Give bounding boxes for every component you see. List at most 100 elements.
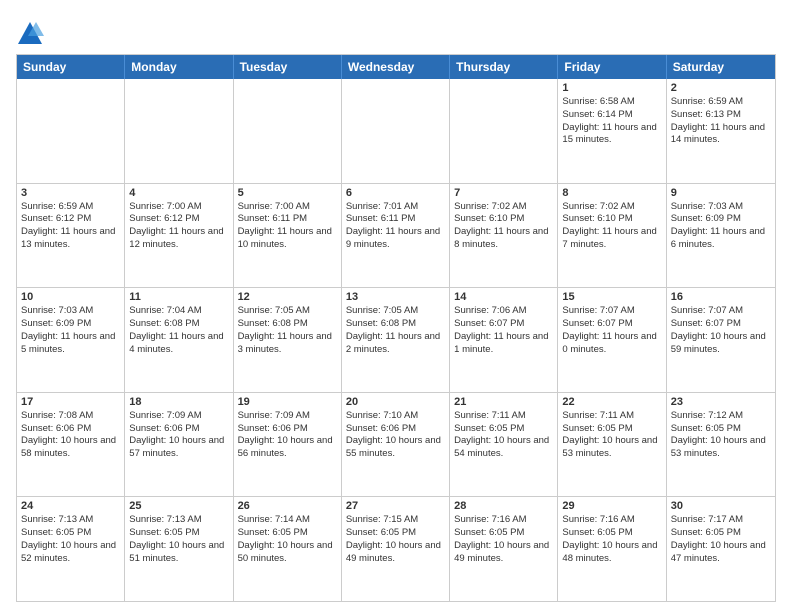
day-number: 24: [21, 500, 120, 512]
day-number: 10: [21, 291, 120, 303]
day-number: 28: [454, 500, 553, 512]
logo-icon: [16, 20, 44, 48]
cell-info: Sunrise: 7:06 AMSunset: 6:07 PMDaylight:…: [454, 305, 553, 356]
cell-info: Sunrise: 7:02 AMSunset: 6:10 PMDaylight:…: [562, 201, 661, 252]
cell-info: Sunrise: 7:05 AMSunset: 6:08 PMDaylight:…: [238, 305, 337, 356]
calendar-cell: 14 Sunrise: 7:06 AMSunset: 6:07 PMDayligh…: [450, 288, 558, 392]
cell-info: Sunrise: 7:10 AMSunset: 6:06 PMDaylight:…: [346, 410, 445, 461]
calendar-cell: 13Sunrise: 7:05 AMSunset: 6:08 PMDayligh…: [342, 288, 450, 392]
cell-info: Sunrise: 7:05 AMSunset: 6:08 PMDaylight:…: [346, 305, 445, 356]
calendar-header-cell: Thursday: [450, 55, 558, 79]
cell-info: Sunrise: 7:11 AMSunset: 6:05 PMDaylight:…: [454, 410, 553, 461]
day-number: 26: [238, 500, 337, 512]
calendar-header-cell: Sunday: [17, 55, 125, 79]
calendar-week-row: 17 Sunrise: 7:08 AMSunset: 6:06 PMDayligh…: [17, 393, 775, 498]
calendar-week-row: 1 Sunrise: 6:58 AMSunset: 6:14 PMDaylight…: [17, 79, 775, 184]
cell-info: Sunrise: 7:09 AMSunset: 6:06 PMDaylight:…: [238, 410, 337, 461]
calendar-cell: 2 Sunrise: 6:59 AMSunset: 6:13 PMDaylight…: [667, 79, 775, 183]
day-number: 8: [562, 187, 661, 199]
day-number: 16: [671, 291, 771, 303]
calendar-cell: 15 Sunrise: 7:07 AMSunset: 6:07 PMDayligh…: [558, 288, 666, 392]
cell-info: Sunrise: 6:59 AMSunset: 6:12 PMDaylight:…: [21, 201, 120, 252]
calendar-week-row: 3 Sunrise: 6:59 AMSunset: 6:12 PMDaylight…: [17, 184, 775, 289]
day-number: 17: [21, 396, 120, 408]
calendar-cell: 21 Sunrise: 7:11 AMSunset: 6:05 PMDayligh…: [450, 393, 558, 497]
cell-info: Sunrise: 7:09 AMSunset: 6:06 PMDaylight:…: [129, 410, 228, 461]
day-number: 6: [346, 187, 445, 199]
day-number: 7: [454, 187, 553, 199]
calendar-cell: 19 Sunrise: 7:09 AMSunset: 6:06 PMDayligh…: [234, 393, 342, 497]
cell-info: Sunrise: 7:14 AMSunset: 6:05 PMDaylight:…: [238, 514, 337, 565]
cell-info: Sunrise: 6:58 AMSunset: 6:14 PMDaylight:…: [562, 96, 661, 147]
cell-info: Sunrise: 7:17 AMSunset: 6:05 PMDaylight:…: [671, 514, 771, 565]
calendar-cell: 9Sunrise: 7:03 AMSunset: 6:09 PMDaylight…: [667, 184, 775, 288]
calendar-cell: 17 Sunrise: 7:08 AMSunset: 6:06 PMDayligh…: [17, 393, 125, 497]
cell-info: Sunrise: 7:15 AMSunset: 6:05 PMDaylight:…: [346, 514, 445, 565]
cell-info: Sunrise: 7:13 AMSunset: 6:05 PMDaylight:…: [129, 514, 228, 565]
cell-info: Sunrise: 7:16 AMSunset: 6:05 PMDaylight:…: [454, 514, 553, 565]
calendar-cell: [17, 79, 125, 183]
cell-info: Sunrise: 7:01 AMSunset: 6:11 PMDaylight:…: [346, 201, 445, 252]
calendar-header-cell: Friday: [558, 55, 666, 79]
calendar-cell: 4 Sunrise: 7:00 AMSunset: 6:12 PMDaylight…: [125, 184, 233, 288]
calendar-header-cell: Monday: [125, 55, 233, 79]
cell-info: Sunrise: 7:03 AMSunset: 6:09 PMDaylight:…: [671, 201, 771, 252]
calendar-cell: 26 Sunrise: 7:14 AMSunset: 6:05 PMDayligh…: [234, 497, 342, 601]
day-number: 22: [562, 396, 661, 408]
cell-info: Sunrise: 7:11 AMSunset: 6:05 PMDaylight:…: [562, 410, 661, 461]
day-number: 4: [129, 187, 228, 199]
day-number: 11: [129, 291, 228, 303]
calendar-header: SundayMondayTuesdayWednesdayThursdayFrid…: [17, 55, 775, 79]
calendar-cell: [450, 79, 558, 183]
calendar-cell: 29 Sunrise: 7:16 AMSunset: 6:05 PMDayligh…: [558, 497, 666, 601]
day-number: 23: [671, 396, 771, 408]
day-number: 5: [238, 187, 337, 199]
cell-info: Sunrise: 7:13 AMSunset: 6:05 PMDaylight:…: [21, 514, 120, 565]
calendar-cell: 16 Sunrise: 7:07 AMSunset: 6:07 PMDayligh…: [667, 288, 775, 392]
day-number: 15: [562, 291, 661, 303]
day-number: 25: [129, 500, 228, 512]
cell-info: Sunrise: 7:12 AMSunset: 6:05 PMDaylight:…: [671, 410, 771, 461]
day-number: 14: [454, 291, 553, 303]
cell-info: Sunrise: 7:16 AMSunset: 6:05 PMDaylight:…: [562, 514, 661, 565]
day-number: 3: [21, 187, 120, 199]
calendar-cell: 8 Sunrise: 7:02 AMSunset: 6:10 PMDaylight…: [558, 184, 666, 288]
page: SundayMondayTuesdayWednesdayThursdayFrid…: [0, 0, 792, 612]
calendar-cell: 5Sunrise: 7:00 AMSunset: 6:11 PMDaylight…: [234, 184, 342, 288]
cell-info: Sunrise: 7:07 AMSunset: 6:07 PMDaylight:…: [562, 305, 661, 356]
calendar: SundayMondayTuesdayWednesdayThursdayFrid…: [16, 54, 776, 602]
calendar-cell: 7 Sunrise: 7:02 AMSunset: 6:10 PMDaylight…: [450, 184, 558, 288]
calendar-cell: 11Sunrise: 7:04 AMSunset: 6:08 PMDayligh…: [125, 288, 233, 392]
cell-info: Sunrise: 7:07 AMSunset: 6:07 PMDaylight:…: [671, 305, 771, 356]
calendar-cell: 3 Sunrise: 6:59 AMSunset: 6:12 PMDaylight…: [17, 184, 125, 288]
day-number: 20: [346, 396, 445, 408]
calendar-cell: 28 Sunrise: 7:16 AMSunset: 6:05 PMDayligh…: [450, 497, 558, 601]
calendar-cell: 25 Sunrise: 7:13 AMSunset: 6:05 PMDayligh…: [125, 497, 233, 601]
day-number: 30: [671, 500, 771, 512]
cell-info: Sunrise: 7:08 AMSunset: 6:06 PMDaylight:…: [21, 410, 120, 461]
logo: [16, 20, 48, 48]
calendar-cell: 30 Sunrise: 7:17 AMSunset: 6:05 PMDayligh…: [667, 497, 775, 601]
day-number: 29: [562, 500, 661, 512]
cell-info: Sunrise: 7:02 AMSunset: 6:10 PMDaylight:…: [454, 201, 553, 252]
calendar-cell: [125, 79, 233, 183]
day-number: 12: [238, 291, 337, 303]
day-number: 21: [454, 396, 553, 408]
calendar-cell: 23 Sunrise: 7:12 AMSunset: 6:05 PMDayligh…: [667, 393, 775, 497]
day-number: 19: [238, 396, 337, 408]
calendar-cell: [234, 79, 342, 183]
cell-info: Sunrise: 7:03 AMSunset: 6:09 PMDaylight:…: [21, 305, 120, 356]
day-number: 1: [562, 82, 661, 94]
calendar-cell: 27Sunrise: 7:15 AMSunset: 6:05 PMDayligh…: [342, 497, 450, 601]
calendar-header-cell: Tuesday: [234, 55, 342, 79]
calendar-header-cell: Saturday: [667, 55, 775, 79]
calendar-cell: 18 Sunrise: 7:09 AMSunset: 6:06 PMDayligh…: [125, 393, 233, 497]
cell-info: Sunrise: 7:00 AMSunset: 6:12 PMDaylight:…: [129, 201, 228, 252]
day-number: 2: [671, 82, 771, 94]
calendar-week-row: 10 Sunrise: 7:03 AMSunset: 6:09 PMDayligh…: [17, 288, 775, 393]
day-number: 18: [129, 396, 228, 408]
calendar-cell: [342, 79, 450, 183]
calendar-week-row: 24 Sunrise: 7:13 AMSunset: 6:05 PMDayligh…: [17, 497, 775, 601]
cell-info: Sunrise: 6:59 AMSunset: 6:13 PMDaylight:…: [671, 96, 771, 147]
calendar-cell: 24 Sunrise: 7:13 AMSunset: 6:05 PMDayligh…: [17, 497, 125, 601]
